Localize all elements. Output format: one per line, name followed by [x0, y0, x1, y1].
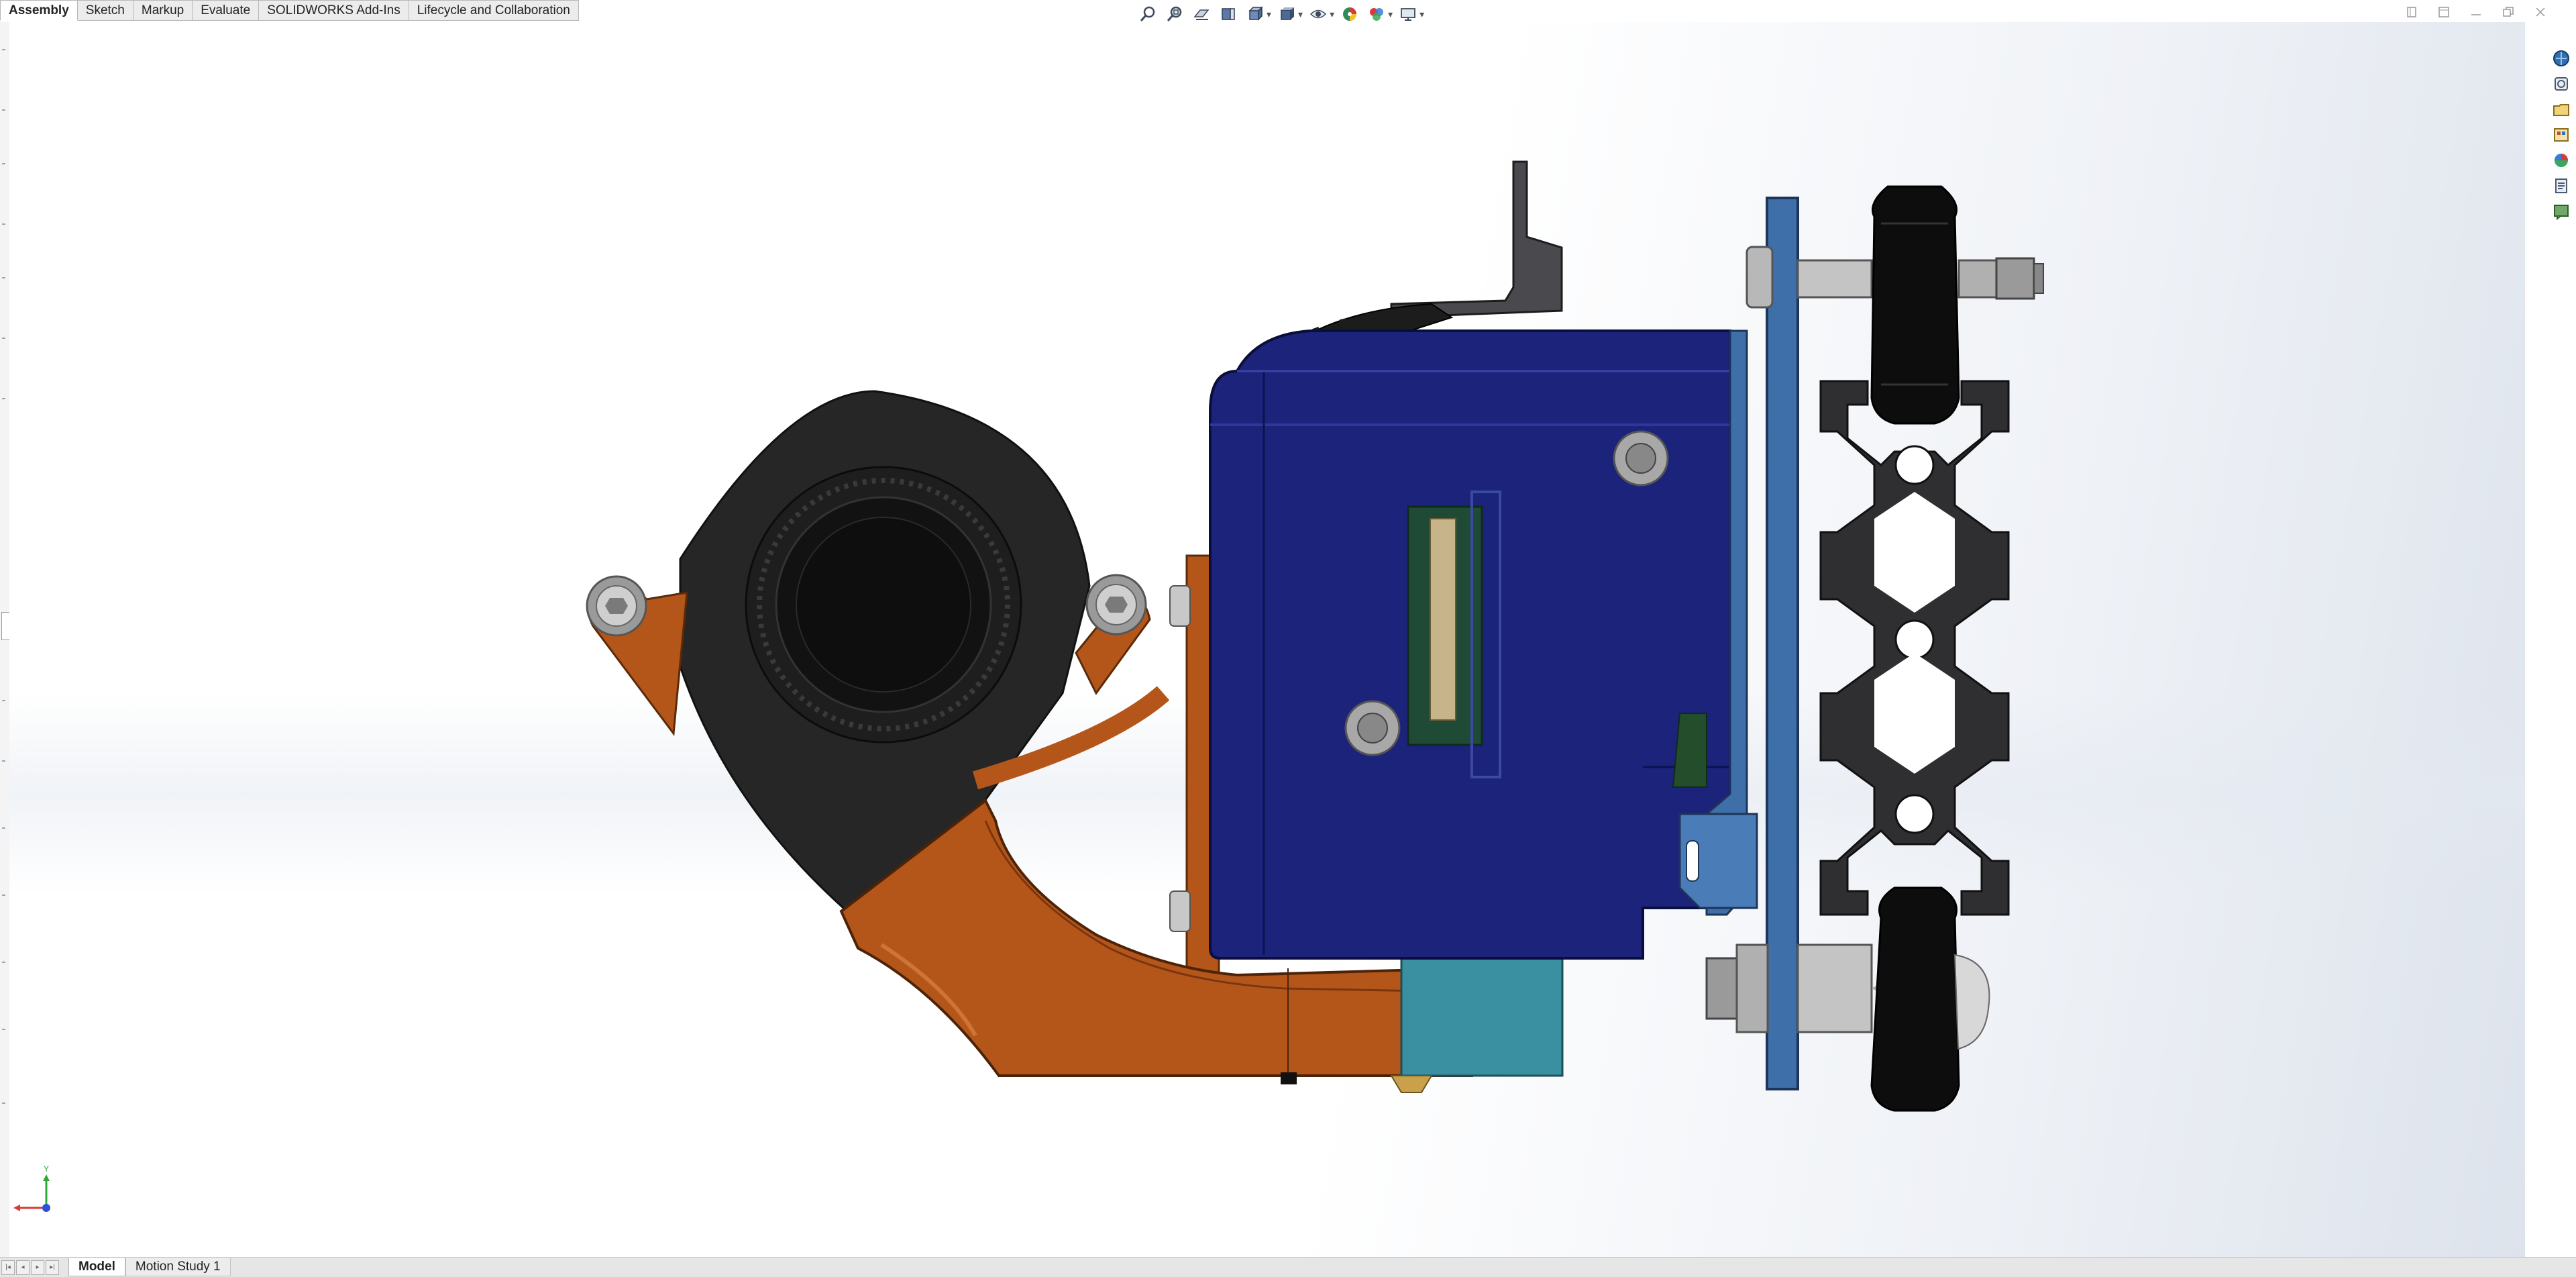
apply-scene-icon[interactable] — [1365, 3, 1388, 25]
strip-marker — [2, 895, 5, 896]
previous-view-icon[interactable] — [1190, 3, 1213, 25]
strip-marker — [2, 827, 5, 829]
strip-marker — [2, 163, 5, 164]
tab-markup[interactable]: Markup — [133, 0, 193, 21]
tab-model[interactable]: Model — [68, 1258, 125, 1276]
strip-marker — [2, 700, 5, 701]
idler-arm-bracket — [1390, 160, 1563, 319]
tab-motion-study-1[interactable]: Motion Study 1 — [125, 1258, 231, 1276]
view-orientation-icon[interactable] — [1244, 3, 1267, 25]
task-pane-tabs — [2546, 47, 2576, 228]
fan-screw-right — [1085, 574, 1147, 635]
graphics-area[interactable] — [9, 22, 2525, 1257]
view-settings-dropdown-icon[interactable]: ▾ — [1419, 9, 1424, 20]
last-tab-arrow-icon[interactable]: ▸| — [46, 1260, 59, 1275]
heads-up-view-toolbar: ▾ ▾ ▾ ▾ ▾ — [1136, 1, 1424, 27]
model-motion-tabs-bar: |◂ ◂ ▸ ▸| Model Motion Study 1 — [0, 1257, 2576, 1277]
hide-show-dropdown-icon[interactable]: ▾ — [1330, 9, 1334, 20]
solidworks-forum-icon[interactable] — [2550, 200, 2573, 223]
strip-marker — [2, 1103, 5, 1104]
bottom-v-wheel — [1705, 886, 1990, 1112]
display-style-icon[interactable] — [1275, 3, 1298, 25]
document-window-controls — [2403, 4, 2549, 20]
tab-assembly[interactable]: Assembly — [0, 0, 78, 21]
strip-marker — [2, 223, 5, 225]
design-library-icon[interactable] — [2550, 72, 2573, 95]
tile-icon[interactable] — [2435, 4, 2453, 20]
pin-icon[interactable] — [2403, 4, 2420, 20]
reference-triad: Y — [9, 1161, 70, 1225]
strip-marker — [2, 109, 5, 111]
strip-marker — [2, 49, 5, 50]
strip-marker — [2, 398, 5, 399]
assembly-model[interactable] — [9, 22, 2525, 1257]
tab-lifecycle-collaboration[interactable]: Lifecycle and Collaboration — [409, 0, 579, 21]
view-palette-icon[interactable] — [2550, 123, 2573, 146]
tab-sketch[interactable]: Sketch — [77, 0, 133, 21]
first-tab-arrow-icon[interactable]: |◂ — [1, 1260, 15, 1275]
triad-y-label: Y — [44, 1164, 49, 1174]
strip-marker — [2, 1029, 5, 1030]
display-style-dropdown-icon[interactable]: ▾ — [1298, 9, 1303, 20]
next-tab-arrow-icon[interactable]: ▸ — [31, 1260, 44, 1275]
appearances-icon[interactable] — [2550, 149, 2573, 172]
section-view-icon[interactable] — [1217, 3, 1240, 25]
fan-screw-left — [586, 575, 647, 637]
view-settings-icon[interactable] — [1397, 3, 1419, 25]
strip-marker — [2, 338, 5, 339]
edit-appearance-icon[interactable] — [1338, 3, 1361, 25]
previous-tab-arrow-icon[interactable]: ◂ — [16, 1260, 30, 1275]
file-explorer-icon[interactable] — [2550, 98, 2573, 121]
apply-scene-dropdown-icon[interactable]: ▾ — [1388, 9, 1393, 20]
hide-show-items-icon[interactable] — [1307, 3, 1330, 25]
tab-evaluate[interactable]: Evaluate — [193, 0, 260, 21]
view-orientation-dropdown-icon[interactable]: ▾ — [1267, 9, 1271, 20]
custom-properties-icon[interactable] — [2550, 174, 2573, 197]
blower-fan — [679, 390, 1091, 919]
close-icon[interactable] — [2532, 4, 2549, 20]
strip-marker — [2, 277, 5, 278]
zoom-to-area-icon[interactable] — [1163, 3, 1186, 25]
extruder-stepper-motor — [1209, 329, 1731, 960]
restore-icon[interactable] — [2500, 4, 2517, 20]
v-slot-extrusion-profile — [1819, 380, 2010, 916]
strip-marker — [2, 962, 5, 963]
tab-solidworks-add-ins[interactable]: SOLIDWORKS Add-Ins — [259, 0, 409, 21]
zoom-to-fit-icon[interactable] — [1136, 3, 1159, 25]
solidworks-resources-icon[interactable] — [2550, 47, 2573, 70]
minimize-icon[interactable] — [2467, 4, 2485, 20]
command-manager-tabs: Assembly Sketch Markup Evaluate SOLIDWOR… — [0, 0, 579, 22]
strip-marker — [2, 760, 5, 762]
